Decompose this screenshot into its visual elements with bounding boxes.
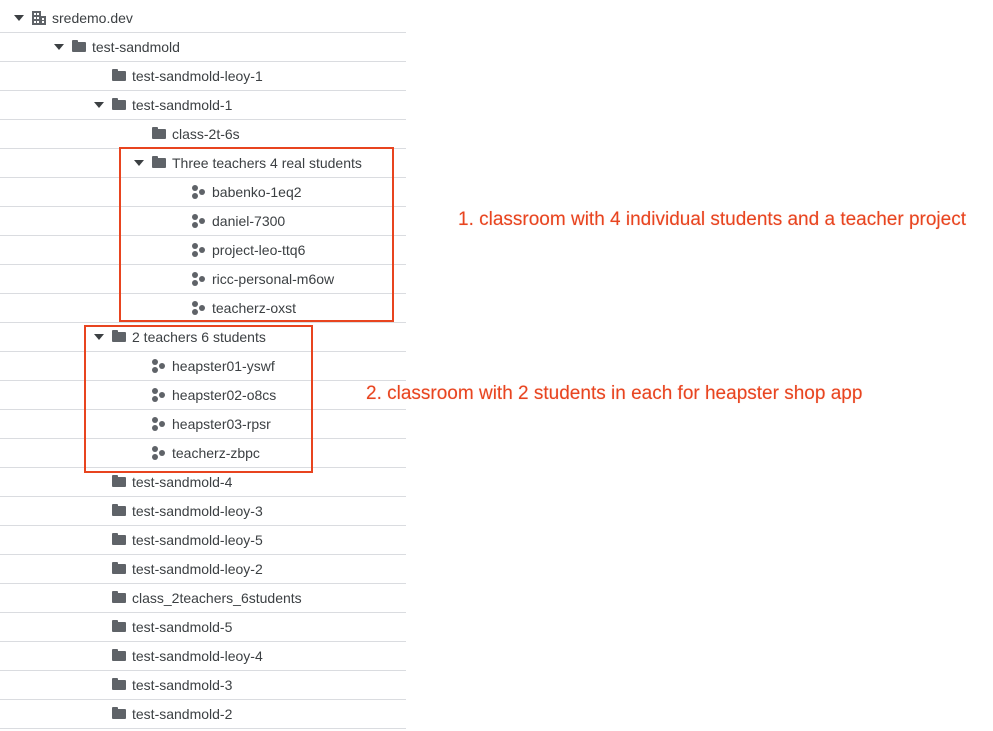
- annotation-classroom-1: 1. classroom with 4 individual students …: [458, 209, 966, 230]
- expand-caret-icon[interactable]: [52, 33, 66, 61]
- folder-icon: [112, 98, 126, 112]
- tree-row-label: test-sandmold-1: [132, 97, 233, 113]
- folder-icon: [112, 475, 126, 489]
- organization-icon: [32, 11, 46, 25]
- folder-icon: [112, 620, 126, 634]
- tree-row[interactable]: class_2teachers_6students: [0, 584, 406, 613]
- annotation-classroom-2: 2. classroom with 2 students in each for…: [366, 383, 863, 404]
- tree-row[interactable]: sredemo.dev: [0, 4, 406, 33]
- tree-row[interactable]: test-sandmold-leoy-2: [0, 555, 406, 584]
- expand-caret-icon[interactable]: [92, 91, 106, 119]
- tree-row-label: test-sandmold-leoy-5: [132, 532, 263, 548]
- tree-row[interactable]: test-sandmold-leoy-3: [0, 497, 406, 526]
- folder-icon: [112, 504, 126, 518]
- tree-row-label: class_2teachers_6students: [132, 590, 302, 606]
- tree-row-label: test-sandmold: [92, 39, 180, 55]
- highlight-box-classroom-1: [119, 147, 394, 322]
- tree-row[interactable]: test-sandmold-3: [0, 671, 406, 700]
- tree-row[interactable]: test-sandmold-1: [0, 91, 406, 120]
- tree-row[interactable]: test-sandmold-2: [0, 700, 406, 729]
- folder-icon: [112, 69, 126, 83]
- tree-row-label: test-sandmold-leoy-3: [132, 503, 263, 519]
- tree-row-label: test-sandmold-4: [132, 474, 233, 490]
- tree-row[interactable]: test-sandmold-leoy-5: [0, 526, 406, 555]
- folder-icon: [152, 127, 166, 141]
- tree-row-label: sredemo.dev: [52, 10, 133, 26]
- tree-row-label: test-sandmold-leoy-1: [132, 68, 263, 84]
- folder-icon: [112, 707, 126, 721]
- tree-row[interactable]: test-sandmold: [0, 33, 406, 62]
- tree-row-label: test-sandmold-leoy-4: [132, 648, 263, 664]
- folder-icon: [112, 533, 126, 547]
- folder-icon: [112, 678, 126, 692]
- highlight-box-classroom-2: [84, 325, 313, 473]
- tree-row[interactable]: test-sandmold-leoy-1: [0, 62, 406, 91]
- tree-row-label: test-sandmold-leoy-2: [132, 561, 263, 577]
- folder-icon: [112, 591, 126, 605]
- tree-row-label: class-2t-6s: [172, 126, 240, 142]
- expand-caret-icon[interactable]: [12, 4, 26, 32]
- tree-row-label: test-sandmold-3: [132, 677, 233, 693]
- folder-icon: [72, 40, 86, 54]
- tree-row[interactable]: test-sandmold-5: [0, 613, 406, 642]
- tree-row-label: test-sandmold-2: [132, 706, 233, 722]
- folder-icon: [112, 562, 126, 576]
- folder-icon: [112, 649, 126, 663]
- tree-row-label: test-sandmold-5: [132, 619, 233, 635]
- tree-row[interactable]: class-2t-6s: [0, 120, 406, 149]
- tree-row[interactable]: test-sandmold-leoy-4: [0, 642, 406, 671]
